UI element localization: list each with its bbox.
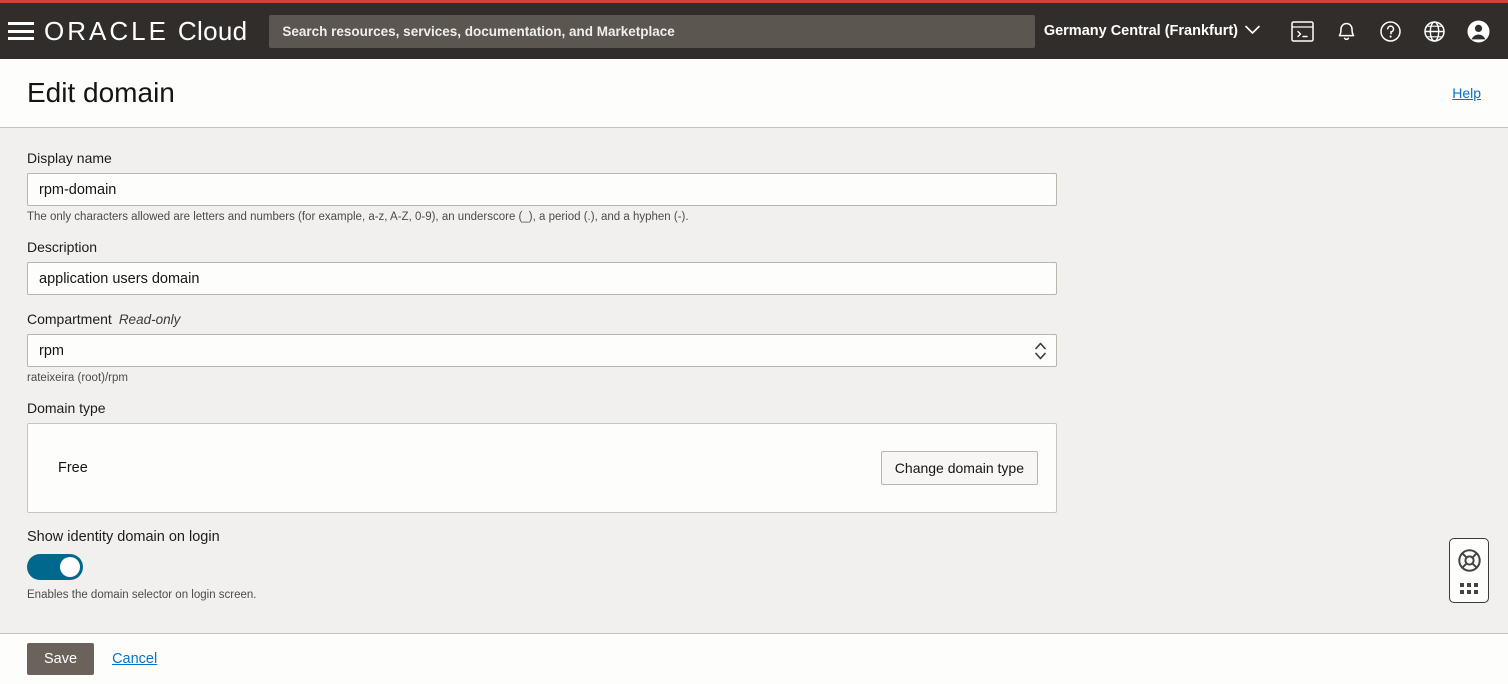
display-name-input[interactable] <box>27 173 1057 206</box>
display-name-helper-text: The only characters allowed are letters … <box>27 211 689 223</box>
description-label: Description <box>27 239 98 255</box>
help-link[interactable]: Help <box>1452 85 1481 101</box>
compartment-select[interactable] <box>27 334 1057 367</box>
show-domain-toggle-group: Show identity domain on login Enables th… <box>27 529 1481 601</box>
page-title: Edit domain <box>27 77 175 108</box>
show-domain-toggle-switch[interactable] <box>27 554 83 580</box>
compartment-select-wrapper <box>27 334 1057 367</box>
brand-oracle-text: ORACLE <box>44 15 169 46</box>
compartment-readonly-tag: Read-only <box>118 312 181 327</box>
compartment-label-text: Compartment <box>27 311 112 327</box>
region-label: Germany Central (Frankfurt) <box>1043 23 1238 39</box>
page-root: ORACLE Cloud Germany Central (Frankfurt) <box>0 0 1508 684</box>
help-circle-icon[interactable] <box>1368 9 1412 53</box>
toggle-knob <box>60 557 80 577</box>
notifications-bell-icon[interactable] <box>1324 9 1368 53</box>
global-header: ORACLE Cloud Germany Central (Frankfurt) <box>0 3 1508 59</box>
change-domain-type-button[interactable]: Change domain type <box>880 451 1038 485</box>
domain-type-value: Free <box>58 460 88 476</box>
page-header-bar: Edit domain Help <box>0 59 1508 128</box>
language-globe-icon[interactable] <box>1412 9 1456 53</box>
domain-type-panel: Free Change domain type <box>27 423 1057 513</box>
compartment-helper-text: rateixeira (root)/rpm <box>27 372 128 384</box>
cancel-link[interactable]: Cancel <box>112 651 157 667</box>
header-actions: Germany Central (Frankfurt) <box>1044 3 1508 59</box>
compartment-label: Compartment Read-only <box>27 311 1481 327</box>
cloud-shell-icon[interactable] <box>1280 9 1324 53</box>
display-name-field-group: Display name The only characters allowed… <box>27 150 1481 223</box>
oracle-cloud-logo[interactable]: ORACLE Cloud <box>44 16 247 47</box>
brand-cloud-text: Cloud <box>177 15 248 46</box>
edit-domain-form: Display name The only characters allowed… <box>0 128 1508 633</box>
description-input[interactable] <box>27 262 1057 295</box>
display-name-label: Display name <box>27 150 112 166</box>
compartment-field-group: Compartment Read-only rateixeira (root)/… <box>27 311 1481 384</box>
global-search-input[interactable] <box>269 14 1036 48</box>
chevron-down-icon <box>1245 23 1260 39</box>
drag-dots-handle[interactable] <box>1460 582 1478 594</box>
hamburger-menu-icon[interactable] <box>8 22 34 40</box>
show-domain-toggle-helper-text: Enables the domain selector on login scr… <box>27 589 257 601</box>
domain-type-label: Domain type <box>27 400 106 416</box>
lifebuoy-icon <box>1457 548 1482 578</box>
form-action-bar: Save Cancel <box>0 633 1508 684</box>
region-selector[interactable]: Germany Central (Frankfurt) <box>1044 23 1260 39</box>
save-button[interactable]: Save <box>27 643 95 675</box>
description-field-group: Description <box>27 239 1481 295</box>
floating-help-widget[interactable] <box>1449 538 1489 603</box>
show-domain-toggle-label: Show identity domain on login <box>27 529 220 545</box>
user-avatar-icon[interactable] <box>1456 9 1500 53</box>
domain-type-field-group: Domain type Free Change domain type <box>27 400 1481 513</box>
